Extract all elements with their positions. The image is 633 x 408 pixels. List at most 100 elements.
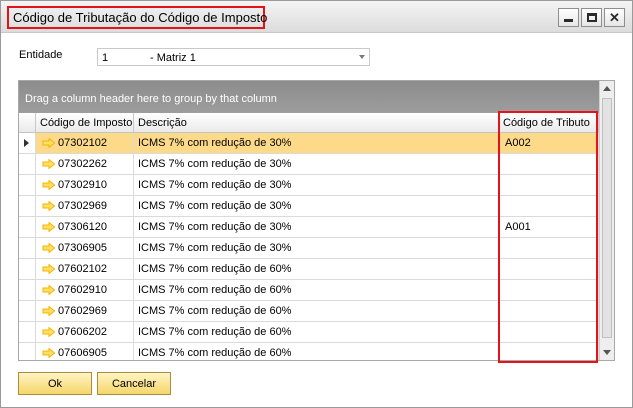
maximize-button[interactable] (581, 8, 602, 27)
tax-code-cell[interactable]: 07306905 (36, 238, 134, 258)
table-row[interactable]: 07602910 ICMS 7% com redução de 60% (19, 280, 599, 301)
tribute-code-cell[interactable] (499, 175, 599, 195)
description-cell[interactable]: ICMS 7% com redução de 60% (134, 280, 499, 300)
row-indicator-cell[interactable] (19, 175, 36, 195)
tax-code-cell[interactable]: 07302262 (36, 154, 134, 174)
row-indicator-cell[interactable] (19, 343, 36, 360)
description-cell[interactable]: ICMS 7% com redução de 60% (134, 259, 499, 279)
title-bar: Código de Tributação do Código de Impost… (1, 1, 632, 33)
row-indicator-cell[interactable] (19, 322, 36, 342)
column-header-description[interactable]: Descrição (134, 113, 499, 132)
tax-code-cell[interactable]: 07302910 (36, 175, 134, 195)
description-cell[interactable]: ICMS 7% com redução de 30% (134, 175, 499, 195)
link-arrow-icon[interactable] (42, 222, 55, 232)
table-row[interactable]: 07306905 ICMS 7% com redução de 30% (19, 238, 599, 259)
tax-code-text: 07606905 (58, 347, 107, 359)
group-by-panel[interactable]: Drag a column header here to group by th… (19, 81, 614, 113)
tax-code-text: 07302262 (58, 158, 107, 170)
link-arrow-icon[interactable] (42, 180, 55, 190)
tax-code-text: 07306120 (58, 221, 107, 233)
tribute-code-cell[interactable] (499, 259, 599, 279)
tribute-code-cell[interactable] (499, 280, 599, 300)
minimize-button[interactable] (558, 8, 579, 27)
tax-code-text: 07602969 (58, 305, 107, 317)
table-row[interactable]: 07302969 ICMS 7% com redução de 30% (19, 196, 599, 217)
ok-button[interactable]: Ok (18, 372, 92, 395)
tribute-code-cell[interactable] (499, 343, 599, 360)
tribute-code-cell[interactable]: A002 (499, 133, 599, 153)
tax-code-grid: Drag a column header here to group by th… (18, 80, 615, 361)
link-arrow-icon[interactable] (42, 327, 55, 337)
table-row[interactable]: 07602102 ICMS 7% com redução de 60% (19, 259, 599, 280)
row-indicator-cell[interactable] (19, 217, 36, 237)
description-cell[interactable]: ICMS 7% com redução de 60% (134, 343, 499, 360)
tribute-code-cell[interactable] (499, 301, 599, 321)
link-arrow-icon[interactable] (42, 306, 55, 316)
close-button[interactable]: ✕ (604, 8, 625, 27)
tax-code-cell[interactable]: 07606905 (36, 343, 134, 360)
row-indicator-cell[interactable] (19, 238, 36, 258)
link-arrow-icon[interactable] (42, 264, 55, 274)
scroll-thumb[interactable] (602, 98, 612, 338)
header-indicator (19, 113, 36, 132)
entity-name: - Matriz 1 (150, 52, 196, 64)
link-arrow-icon[interactable] (42, 201, 55, 211)
link-arrow-icon[interactable] (42, 159, 55, 169)
link-arrow-icon[interactable] (42, 138, 55, 148)
tax-code-cell[interactable]: 07306120 (36, 217, 134, 237)
column-header-tax-code[interactable]: Código de Imposto (36, 113, 134, 132)
table-row[interactable]: 07606905 ICMS 7% com redução de 60% (19, 343, 599, 360)
row-indicator-cell[interactable] (19, 301, 36, 321)
table-row[interactable]: 07302262 ICMS 7% com redução de 30% (19, 154, 599, 175)
row-indicator-cell[interactable] (19, 280, 36, 300)
tribute-code-cell[interactable]: A001 (499, 217, 599, 237)
tax-code-text: 07606202 (58, 326, 107, 338)
cancel-button[interactable]: Cancelar (97, 372, 171, 395)
description-cell[interactable]: ICMS 7% com redução de 30% (134, 238, 499, 258)
close-icon: ✕ (609, 10, 620, 25)
row-indicator-cell[interactable] (19, 154, 36, 174)
description-cell[interactable]: ICMS 7% com redução de 30% (134, 217, 499, 237)
tax-code-text: 07602102 (58, 263, 107, 275)
table-row[interactable]: 07302102 ICMS 7% com redução de 30% A002 (19, 133, 599, 154)
row-indicator-cell[interactable] (19, 196, 36, 216)
maximize-icon (586, 13, 597, 22)
tribute-code-cell[interactable] (499, 238, 599, 258)
group-by-hint: Drag a column header here to group by th… (25, 93, 277, 105)
scroll-up-icon[interactable] (603, 86, 611, 91)
description-cell[interactable]: ICMS 7% com redução de 30% (134, 133, 499, 153)
table-row[interactable]: 07606202 ICMS 7% com redução de 60% (19, 322, 599, 343)
row-indicator-cell[interactable] (19, 133, 36, 153)
vertical-scrollbar[interactable] (599, 81, 614, 360)
window-title: Código de Tributação do Código de Impost… (13, 10, 268, 25)
tax-code-text: 07302102 (58, 137, 107, 149)
column-header-tribute-code[interactable]: Código de Tributo (499, 113, 599, 132)
tax-code-cell[interactable]: 07602102 (36, 259, 134, 279)
description-cell[interactable]: ICMS 7% com redução de 30% (134, 154, 499, 174)
scroll-down-icon[interactable] (603, 350, 611, 355)
link-arrow-icon[interactable] (42, 285, 55, 295)
link-arrow-icon[interactable] (42, 348, 55, 358)
description-cell[interactable]: ICMS 7% com redução de 60% (134, 301, 499, 321)
tax-code-cell[interactable]: 07602969 (36, 301, 134, 321)
tribute-code-cell[interactable] (499, 154, 599, 174)
description-cell[interactable]: ICMS 7% com redução de 60% (134, 322, 499, 342)
description-cell[interactable]: ICMS 7% com redução de 30% (134, 196, 499, 216)
link-arrow-icon[interactable] (42, 243, 55, 253)
table-row[interactable]: 07602969 ICMS 7% com redução de 60% (19, 301, 599, 322)
chevron-down-icon (359, 55, 365, 59)
tax-code-text: 07306905 (58, 242, 107, 254)
tax-code-text: 07302969 (58, 200, 107, 212)
entity-select[interactable]: 1 - Matriz 1 (97, 48, 370, 66)
dialog-window: Código de Tributação do Código de Impost… (0, 0, 633, 408)
tribute-code-cell[interactable] (499, 322, 599, 342)
table-row[interactable]: 07306120 ICMS 7% com redução de 30% A001 (19, 217, 599, 238)
table-row[interactable]: 07302910 ICMS 7% com redução de 30% (19, 175, 599, 196)
row-indicator-cell[interactable] (19, 259, 36, 279)
tax-code-cell[interactable]: 07302969 (36, 196, 134, 216)
tax-code-cell[interactable]: 07302102 (36, 133, 134, 153)
tribute-code-cell[interactable] (499, 196, 599, 216)
tax-code-cell[interactable]: 07606202 (36, 322, 134, 342)
tax-code-cell[interactable]: 07602910 (36, 280, 134, 300)
row-indicator-icon (24, 139, 29, 147)
